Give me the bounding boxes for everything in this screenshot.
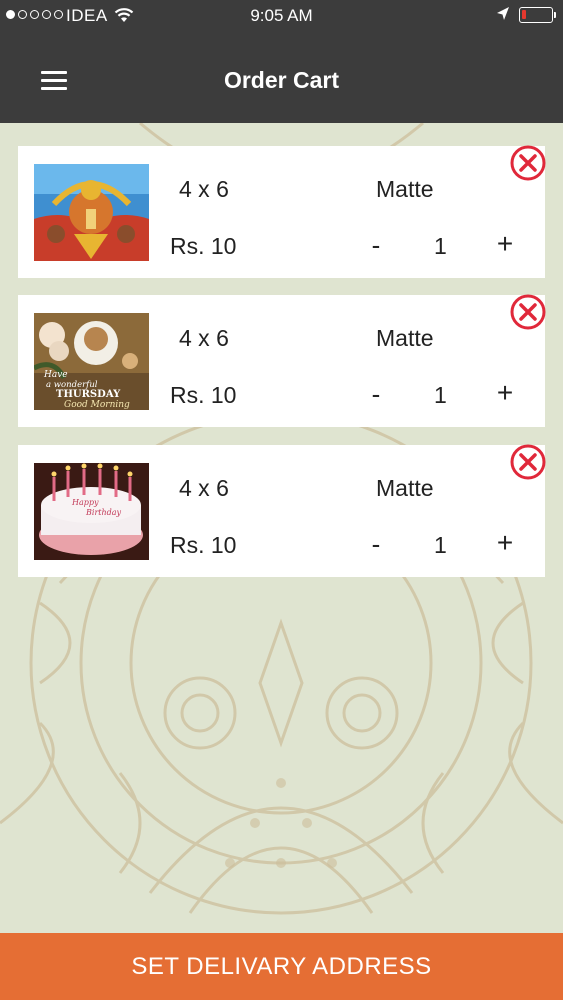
- cart-item: 4 x 6 Matte Rs. 10 - 1 +: [18, 144, 547, 278]
- thumbnail-caption: Happy: [71, 498, 99, 507]
- paper-finish: Matte: [376, 325, 434, 351]
- status-time: 9:05 AM: [250, 6, 313, 25]
- remove-item-icon[interactable]: [509, 144, 547, 182]
- location-arrow-icon: [497, 7, 509, 20]
- print-size: 4 x 6: [179, 475, 229, 501]
- cart-item: Have a wonderful THURSDAY Good Morning 4…: [18, 293, 547, 427]
- status-bar: IDEA 9:05 AM: [0, 0, 563, 32]
- decrease-quantity-button[interactable]: -: [364, 379, 388, 410]
- item-price: Rs. 10: [170, 532, 237, 558]
- increase-quantity-button[interactable]: +: [492, 527, 518, 559]
- page-title: Order Cart: [223, 67, 340, 93]
- product-thumbnail: Happy Birthday: [34, 463, 149, 560]
- battery-icon: [519, 7, 556, 23]
- item-price: Rs. 10: [170, 382, 237, 408]
- thumbnail-caption: Birthday: [85, 508, 122, 517]
- product-thumbnail: Have a wonderful THURSDAY Good Morning: [34, 313, 149, 410]
- decrease-quantity-button[interactable]: -: [364, 230, 388, 261]
- product-thumbnail: [34, 164, 149, 261]
- print-size: 4 x 6: [179, 176, 229, 202]
- quantity-value: 1: [434, 532, 447, 558]
- increase-quantity-button[interactable]: +: [492, 377, 518, 409]
- thumbnail-caption: THURSDAY: [56, 389, 121, 400]
- increase-quantity-button[interactable]: +: [492, 228, 518, 260]
- item-price: Rs. 10: [170, 233, 237, 259]
- paper-finish: Matte: [376, 176, 434, 202]
- cart-item: Happy Birthday 4 x 6 Matte Rs. 10 - 1 +: [18, 443, 547, 577]
- remove-item-icon[interactable]: [509, 443, 547, 481]
- quantity-value: 1: [434, 233, 447, 259]
- quantity-value: 1: [434, 382, 447, 408]
- set-delivery-address-button[interactable]: SET DELIVARY ADDRESS: [0, 933, 563, 1000]
- print-size: 4 x 6: [179, 325, 229, 351]
- thumbnail-caption: Good Morning: [64, 400, 130, 410]
- app-header: IDEA 9:05 AM Order Cart: [0, 0, 563, 123]
- thumbnail-caption: Have: [43, 370, 68, 380]
- remove-item-icon[interactable]: [509, 293, 547, 331]
- paper-finish: Matte: [376, 475, 434, 501]
- decrease-quantity-button[interactable]: -: [364, 529, 388, 560]
- battery-level: [522, 10, 526, 19]
